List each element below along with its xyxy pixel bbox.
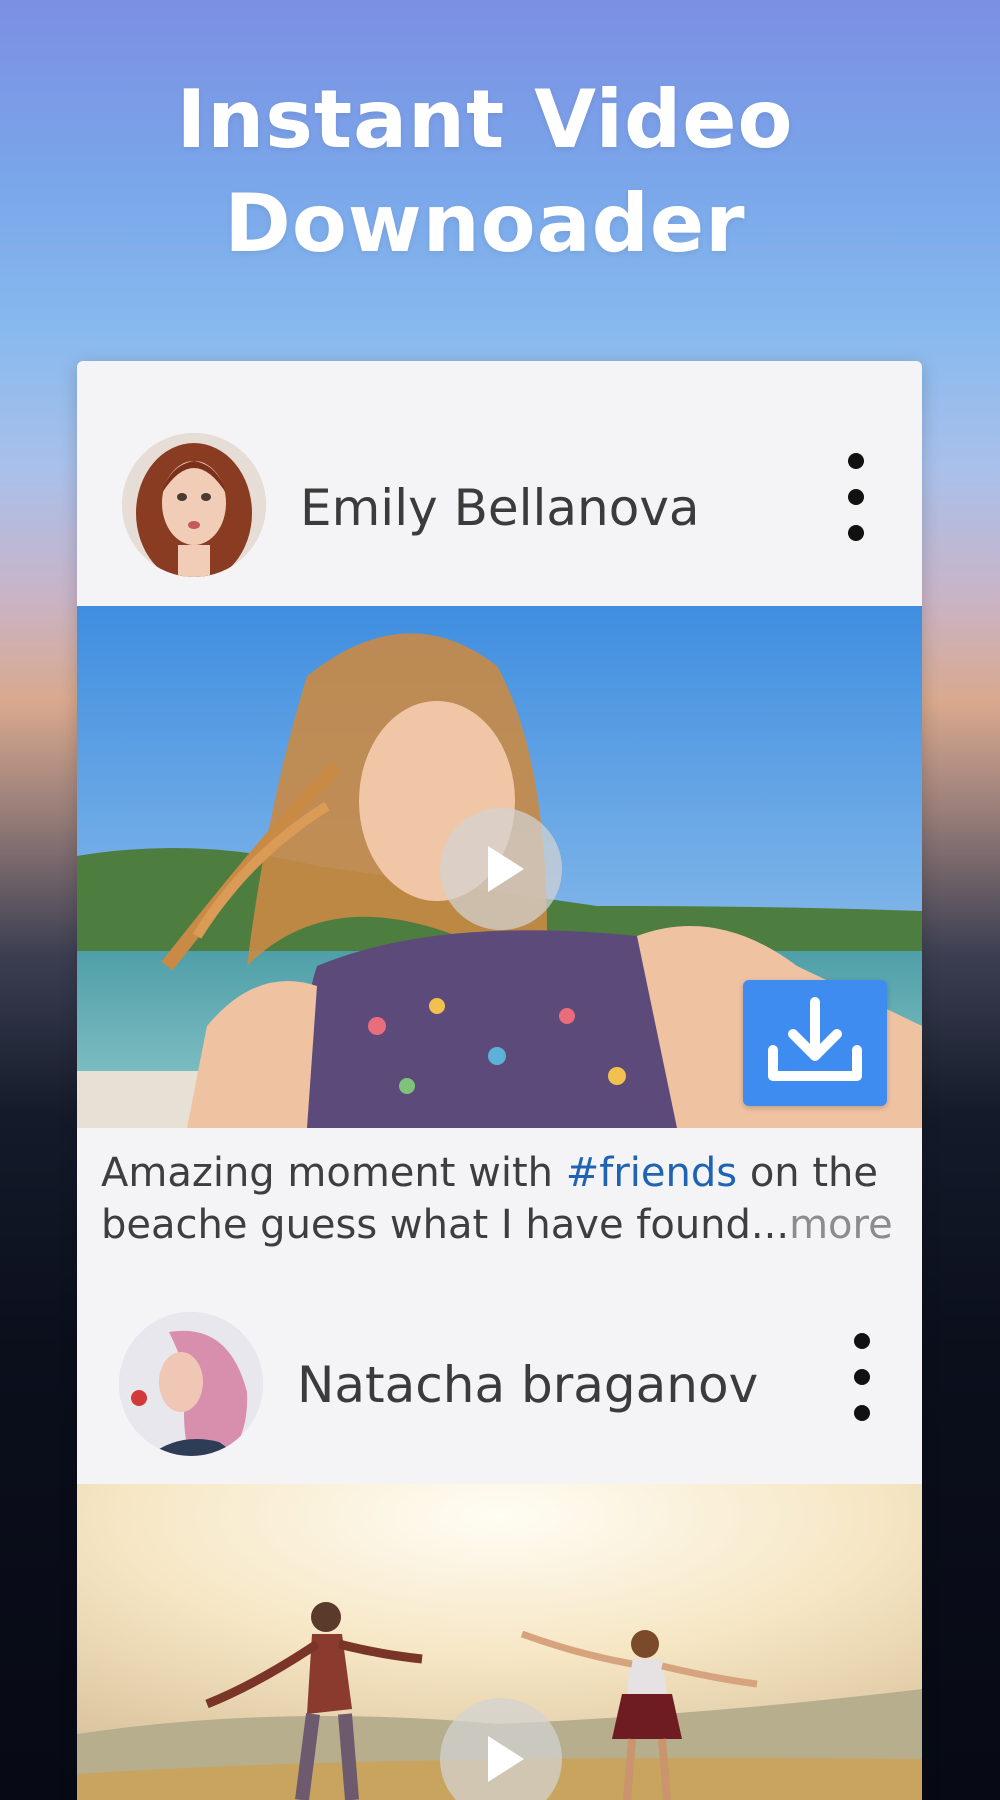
more-vertical-icon-dot xyxy=(854,1369,870,1385)
headline-line-2: Downoader xyxy=(224,177,746,270)
post-caption: Amazing moment with #friends on the beac… xyxy=(101,1147,911,1251)
feed-card: Emily Bellanova Amazing moment with #fri… xyxy=(77,361,922,1800)
more-vertical-icon xyxy=(854,1333,870,1349)
post-author-name[interactable]: Emily Bellanova xyxy=(300,479,700,537)
more-vertical-icon-dot xyxy=(854,1405,870,1421)
more-options-button[interactable] xyxy=(836,453,876,543)
app-headline: Instant Video Downoader xyxy=(0,68,970,276)
headline-line-1: Instant Video xyxy=(176,73,794,166)
play-icon[interactable] xyxy=(440,808,562,930)
more-vertical-icon xyxy=(848,453,864,469)
more-options-button[interactable] xyxy=(842,1333,882,1423)
download-icon xyxy=(768,997,862,1081)
caption-text: Amazing moment with xyxy=(101,1150,566,1196)
hashtag-link[interactable]: #friends xyxy=(566,1150,737,1196)
post-author-name[interactable]: Natacha braganov xyxy=(297,1356,758,1414)
post-header: Emily Bellanova xyxy=(77,361,922,606)
avatar[interactable] xyxy=(119,1312,263,1456)
avatar-photo-emily xyxy=(122,433,266,577)
download-button[interactable] xyxy=(743,980,887,1106)
more-vertical-icon-dot xyxy=(848,525,864,541)
video-thumbnail[interactable] xyxy=(77,606,922,1128)
avatar[interactable] xyxy=(122,433,266,577)
more-vertical-icon-dot xyxy=(848,489,864,505)
video-thumbnail[interactable] xyxy=(77,1484,922,1800)
avatar-photo-natacha xyxy=(119,1312,263,1456)
caption-more-link[interactable]: more xyxy=(789,1202,893,1248)
